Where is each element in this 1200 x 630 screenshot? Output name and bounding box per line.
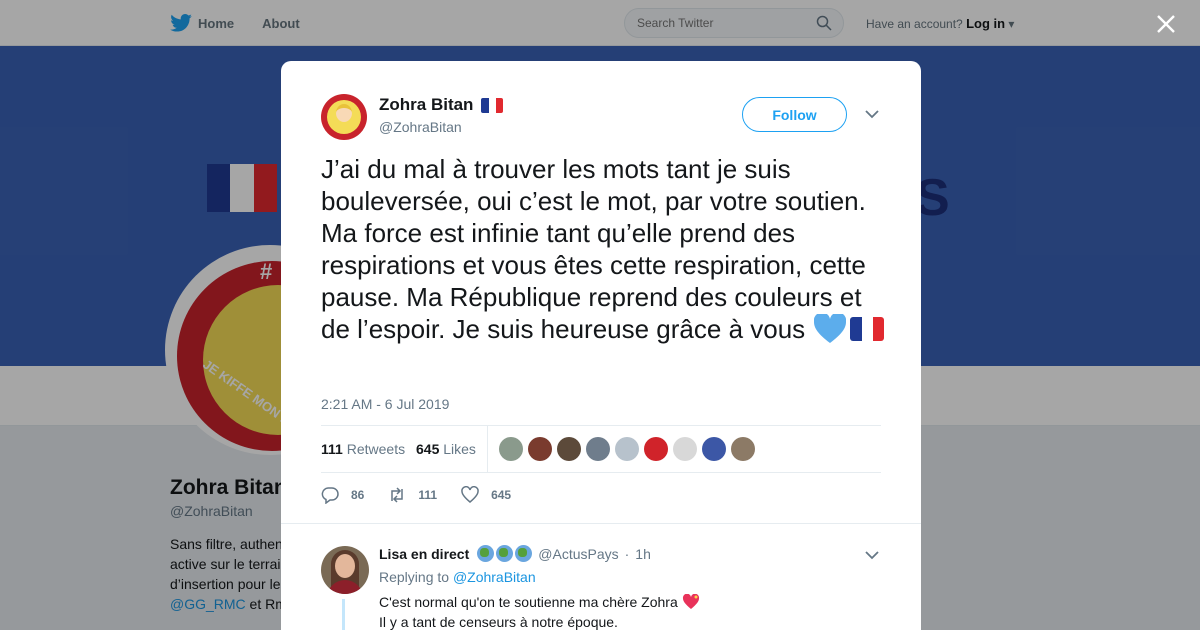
- retweet-action[interactable]: 111: [388, 486, 437, 504]
- author-name[interactable]: Zohra Bitan: [379, 95, 473, 115]
- reply-count: 86: [351, 488, 365, 502]
- liker-avatar[interactable]: [557, 437, 581, 461]
- reply-line-2: Il y a tant de censeurs à notre époque.: [379, 614, 618, 630]
- tweet-stats: 111 Retweets 645 Likes: [321, 425, 881, 473]
- likes-stat[interactable]: 645 Likes: [416, 441, 476, 457]
- close-icon[interactable]: [1156, 14, 1176, 34]
- blue-heart-icon: [814, 314, 847, 343]
- reply-divider: [281, 523, 921, 524]
- liker-avatar[interactable]: [644, 437, 668, 461]
- liker-avatar[interactable]: [731, 437, 755, 461]
- reply-avatar[interactable]: [321, 546, 369, 594]
- author-name-row: Zohra Bitan: [379, 95, 504, 115]
- chevron-down-icon[interactable]: [865, 550, 879, 560]
- likes-count: 645: [416, 441, 440, 457]
- like-count: 645: [491, 488, 512, 502]
- avatar-face: [336, 104, 352, 122]
- liker-avatars: [499, 437, 760, 461]
- likes-label: Likes: [443, 441, 476, 457]
- reply-time[interactable]: 1h: [635, 546, 651, 562]
- reply-author-name[interactable]: Lisa en direct: [379, 546, 469, 562]
- replying-to-handle[interactable]: @ZohraBitan: [453, 569, 536, 585]
- tweet-actions: 86 111 645: [321, 485, 535, 505]
- liker-avatar[interactable]: [528, 437, 552, 461]
- reply-icon: [321, 487, 339, 504]
- tweet-timestamp[interactable]: 2:21 AM - 6 Jul 2019: [321, 396, 449, 412]
- thread-line: [342, 599, 345, 630]
- stats-divider: [487, 426, 488, 472]
- tweet-body: J’ai du mal à trouver les mots tant je s…: [321, 154, 866, 344]
- separator-dot: ·: [624, 545, 630, 562]
- reply-line-1: C'est normal qu'on te soutienne ma chère…: [379, 594, 678, 610]
- heart-icon: [461, 486, 479, 503]
- globe-icon: [515, 545, 533, 562]
- author-avatar[interactable]: [321, 94, 367, 140]
- author-handle[interactable]: @ZohraBitan: [379, 119, 462, 135]
- liker-avatar[interactable]: [673, 437, 697, 461]
- globe-icon: [477, 545, 495, 562]
- retweets-label: Retweets: [346, 441, 406, 457]
- retweets-stat[interactable]: 111 Retweets: [321, 441, 405, 457]
- retweet-icon: [391, 487, 404, 503]
- french-flag-icon: [481, 97, 504, 113]
- reply-line: C'est normal qu'on te soutienne ma chère…: [379, 592, 700, 612]
- replying-to: Replying to @ZohraBitan: [379, 569, 536, 585]
- sparkling-heart-icon: [682, 594, 699, 609]
- liker-avatar[interactable]: [615, 437, 639, 461]
- retweets-count: 111: [321, 441, 343, 457]
- reply-header: Lisa en direct @ActusPays · 1h: [379, 545, 651, 562]
- reply-text: C'est normal qu'on te soutienne ma chère…: [379, 592, 700, 630]
- tweet-modal: Zohra Bitan @ZohraBitan Follow J’ai du m…: [281, 61, 921, 630]
- retweet-count: 111: [418, 488, 438, 502]
- replying-prefix: Replying to: [379, 569, 450, 585]
- reply-author-handle[interactable]: @ActusPays: [538, 546, 618, 562]
- avatar-face: [335, 554, 355, 578]
- like-action[interactable]: 645: [461, 486, 511, 504]
- liker-avatar[interactable]: [586, 437, 610, 461]
- reply-action[interactable]: 86: [321, 486, 364, 504]
- globe-icon: [496, 545, 514, 562]
- liker-avatar[interactable]: [702, 437, 726, 461]
- liker-avatar[interactable]: [499, 437, 523, 461]
- follow-button[interactable]: Follow: [742, 97, 847, 132]
- chevron-down-icon[interactable]: [865, 109, 879, 119]
- french-flag-icon: [850, 317, 885, 341]
- tweet-text: J’ai du mal à trouver les mots tant je s…: [321, 153, 891, 345]
